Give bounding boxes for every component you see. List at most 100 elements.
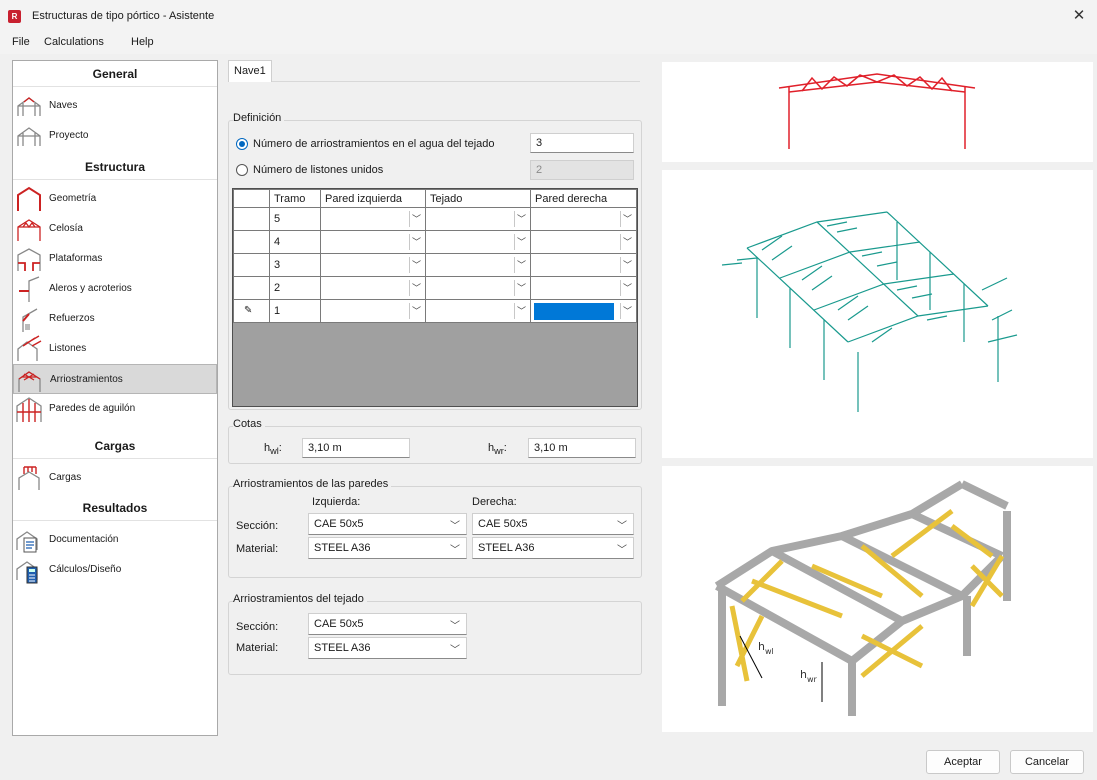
table-row[interactable]: 2 ﹀ ﹀ ﹀ <box>233 276 637 300</box>
material-label: Material: <box>236 543 279 555</box>
table-row[interactable]: 5 ﹀ ﹀ ﹀ <box>233 207 637 231</box>
material-label: Material: <box>236 642 279 654</box>
pared-derecha-combo[interactable]: ﹀ <box>530 276 637 300</box>
chevron-down-icon[interactable]: ﹀ <box>409 257 423 273</box>
chevron-down-icon[interactable]: ﹀ <box>620 303 634 319</box>
pared-izquierda-combo[interactable]: ﹀ <box>320 207 426 231</box>
col-header-pared-derecha: Pared derecha <box>530 189 637 208</box>
pared-izquierda-combo[interactable]: ﹀ <box>320 253 426 277</box>
tejado-combo[interactable]: ﹀ <box>425 253 531 277</box>
sidebar-item-geometria[interactable]: Geometría <box>13 184 217 214</box>
sidebar-item-proyecto[interactable]: Proyecto <box>13 121 217 151</box>
sidebar-item-aleros[interactable]: Aleros y acroterios <box>13 274 217 304</box>
title-bar: R Estructuras de tipo pórtico - Asistent… <box>0 0 1097 32</box>
pared-derecha-combo[interactable]: ﹀ <box>530 207 637 231</box>
hwl-input[interactable]: 3,10 m <box>302 438 410 458</box>
main-panel: Nave1 Definición Número de arriostramien… <box>218 56 660 736</box>
select-value: STEEL A36 <box>478 542 535 554</box>
option2-label: Número de listones unidos <box>253 164 384 176</box>
col-header-tejado: Tejado <box>425 189 531 208</box>
tejado-combo[interactable]: ﹀ <box>425 299 531 323</box>
chevron-down-icon: ﹀ <box>450 521 460 532</box>
option2-radio[interactable] <box>236 164 248 176</box>
chevron-down-icon[interactable]: ﹀ <box>514 211 528 227</box>
frame-icon <box>17 97 41 116</box>
tejado-combo[interactable]: ﹀ <box>425 207 531 231</box>
sidebar-item-label: Naves <box>49 100 78 111</box>
sidebar-item-documentacion[interactable]: Documentación <box>13 525 217 555</box>
col-header-tramo: Tramo <box>269 189 321 208</box>
hwr-annotation: hwr <box>800 668 818 684</box>
sidebar-item-cargas[interactable]: Cargas <box>13 463 217 493</box>
sidebar-item-listones[interactable]: Listones <box>13 334 217 364</box>
chevron-down-icon[interactable]: ﹀ <box>620 211 634 227</box>
menu-calculations[interactable]: Calculations <box>44 36 104 48</box>
pared-derecha-combo[interactable]: ﹀ <box>530 253 637 277</box>
pared-izquierda-combo[interactable]: ﹀ <box>320 299 426 323</box>
chevron-down-icon[interactable]: ﹀ <box>514 234 528 250</box>
section-header-estructura: Estructura <box>13 154 217 180</box>
pared-izquierda-combo[interactable]: ﹀ <box>320 276 426 300</box>
sidebar-item-arriostramientos[interactable]: Arriostramientos <box>13 364 217 394</box>
chevron-down-icon[interactable]: ﹀ <box>514 303 528 319</box>
sidebar-item-naves[interactable]: Naves <box>13 91 217 121</box>
tab-nave1[interactable]: Nave1 <box>228 60 272 82</box>
sidebar-item-label: Arriostramientos <box>50 374 123 385</box>
chevron-down-icon[interactable]: ﹀ <box>514 280 528 296</box>
row-selector[interactable] <box>233 276 270 300</box>
seccion-label: Sección: <box>236 520 279 532</box>
close-icon[interactable]: ✕ <box>1069 6 1089 26</box>
row-selector[interactable]: ✎ <box>233 299 270 323</box>
sidebar-item-refuerzos[interactable]: Refuerzos <box>13 304 217 334</box>
chevron-down-icon[interactable]: ﹀ <box>620 280 634 296</box>
hwl-label: hwl: <box>264 442 282 457</box>
hwr-input[interactable]: 3,10 m <box>528 438 636 458</box>
row-selector[interactable] <box>233 207 270 231</box>
tejado-combo[interactable]: ﹀ <box>425 276 531 300</box>
sidebar-item-label: Plataformas <box>49 253 103 264</box>
definicion-title: Definición <box>233 112 285 124</box>
row-selector[interactable] <box>233 253 270 277</box>
menu-file[interactable]: File <box>12 36 30 48</box>
hwl-annotation: hwl <box>758 640 774 656</box>
right-seccion-select[interactable]: CAE 50x5 ﹀ <box>472 513 634 535</box>
left-material-select[interactable]: STEEL A36 ﹀ <box>308 537 467 559</box>
chevron-down-icon[interactable]: ﹀ <box>514 257 528 273</box>
right-material-select[interactable]: STEEL A36 ﹀ <box>472 537 634 559</box>
cancel-button[interactable]: Cancelar <box>1010 750 1084 774</box>
chevron-down-icon[interactable]: ﹀ <box>409 211 423 227</box>
pared-derecha-combo[interactable]: ﹀ <box>530 299 637 323</box>
tejado-material-select[interactable]: STEEL A36 ﹀ <box>308 637 467 659</box>
accept-button[interactable]: Aceptar <box>926 750 1000 774</box>
sidebar-item-label: Aleros y acroterios <box>49 283 132 294</box>
izquierda-header: Izquierda: <box>312 496 361 508</box>
loads-icon <box>18 466 40 490</box>
table-row[interactable]: ✎ 1 ﹀ ﹀ ﹀ <box>233 299 637 323</box>
frame-2d-preview <box>662 62 1093 162</box>
table-row[interactable]: 3 ﹀ ﹀ ﹀ <box>233 253 637 277</box>
pared-derecha-combo[interactable]: ﹀ <box>530 230 637 254</box>
sidebar-item-celosia[interactable]: Celosía <box>13 214 217 244</box>
chevron-down-icon[interactable]: ﹀ <box>620 234 634 250</box>
sidebar-item-calculos[interactable]: Cálculos/Diseño <box>13 555 217 585</box>
chevron-down-icon[interactable]: ﹀ <box>409 303 423 319</box>
chevron-down-icon[interactable]: ﹀ <box>409 234 423 250</box>
option1-input[interactable]: 3 <box>530 133 634 153</box>
pared-izquierda-combo[interactable]: ﹀ <box>320 230 426 254</box>
chevron-down-icon[interactable]: ﹀ <box>409 280 423 296</box>
select-value: CAE 50x5 <box>314 618 364 630</box>
tejado-seccion-select[interactable]: CAE 50x5 ﹀ <box>308 613 467 635</box>
sidebar-item-plataformas[interactable]: Plataformas <box>13 244 217 274</box>
derecha-header: Derecha: <box>472 496 517 508</box>
table-row[interactable]: 4 ﹀ ﹀ ﹀ <box>233 230 637 254</box>
window-title: Estructuras de tipo pórtico - Asistente <box>32 10 215 22</box>
row-selector[interactable] <box>233 230 270 254</box>
sidebar-item-paredes-aguilon[interactable]: Paredes de aguilón <box>13 394 217 424</box>
tramo-cell: 4 <box>269 230 321 254</box>
option1-radio[interactable] <box>236 138 248 150</box>
left-seccion-select[interactable]: CAE 50x5 ﹀ <box>308 513 467 535</box>
menu-help[interactable]: Help <box>131 36 154 48</box>
tejado-combo[interactable]: ﹀ <box>425 230 531 254</box>
chevron-down-icon[interactable]: ﹀ <box>620 257 634 273</box>
bracing-icon <box>18 371 41 392</box>
